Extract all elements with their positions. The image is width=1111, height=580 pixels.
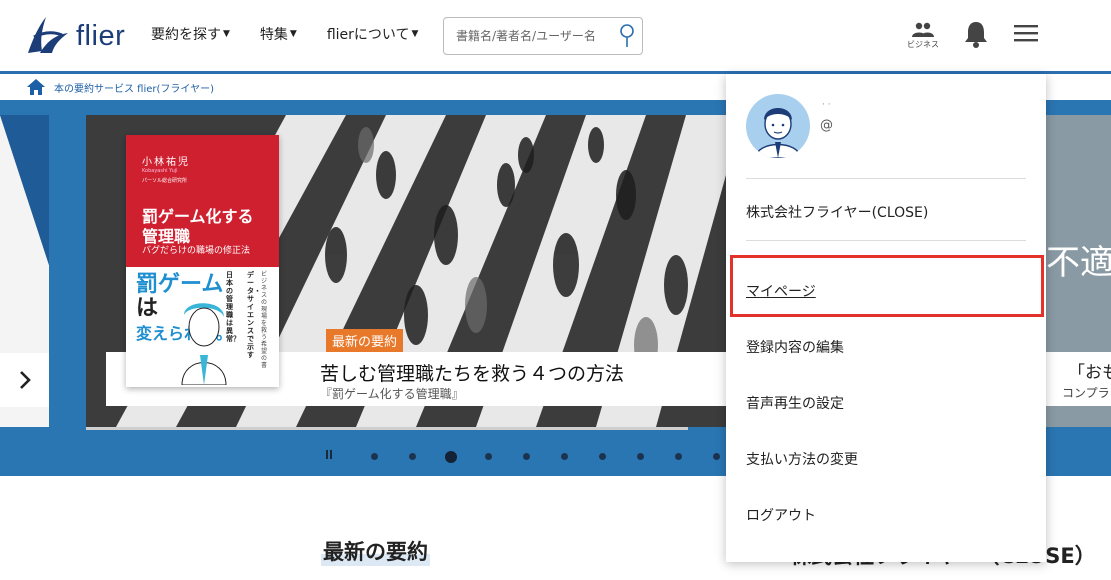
carousel-scroll-track <box>86 427 688 430</box>
flier-logo[interactable]: flier <box>24 12 134 60</box>
catch-2: ゲーム <box>158 272 224 297</box>
carousel-dot[interactable] <box>444 451 457 463</box>
book-vertical-copy-2: データ・サイエンスで示す <box>247 271 261 359</box>
menu-item-audio-settings[interactable]: 音声再生の設定 <box>746 393 844 413</box>
hero-subtitle: 『罰ゲーム化する管理職』 <box>320 387 464 401</box>
main-nav: 要約を探す ▼ 特集 ▼ flierについて ▼ <box>151 24 448 44</box>
book-publisher: パーソル総合研究所 <box>142 178 188 184</box>
business-label: ビジネス <box>907 40 939 49</box>
menu-item-edit-profile[interactable]: 登録内容の編集 <box>746 337 844 357</box>
nav-features[interactable]: 特集 ▼ <box>260 24 297 44</box>
nav-label: 要約を探す <box>151 27 221 43</box>
carousel-prev-button[interactable] <box>0 353 49 407</box>
nav-about[interactable]: flierについて ▼ <box>327 24 419 44</box>
avatar[interactable] <box>746 94 810 158</box>
caret-down-icon: ▼ <box>411 29 419 39</box>
carousel-dot[interactable] <box>713 453 720 460</box>
next-slide-text: 不適 <box>1046 243 1111 283</box>
next-slide-subtitle: コンプラ <box>1062 386 1110 400</box>
pause-icon[interactable] <box>326 450 332 459</box>
divider <box>746 178 1026 179</box>
latest-section-title: 最新の要約 <box>321 536 430 566</box>
home-icon[interactable] <box>26 78 46 96</box>
caret-down-icon: ▼ <box>289 29 297 39</box>
caret-down-icon: ▼ <box>223 29 230 39</box>
menu-item-logout[interactable]: ログアウト <box>746 505 816 525</box>
nav-find-summaries[interactable]: 要約を探す ▼ <box>151 24 230 44</box>
flier-logo-mark-icon <box>28 17 68 53</box>
book-author-romaji: Kobayashi Yuji <box>142 168 178 174</box>
nav-label: 特集 <box>259 27 288 43</box>
menu-item-payment-method[interactable]: 支払い方法の変更 <box>746 449 858 469</box>
search-input[interactable] <box>444 18 612 54</box>
hamburger-menu-icon[interactable] <box>1013 24 1039 48</box>
book-author: 小林祐児 <box>142 157 190 168</box>
carousel-dot[interactable] <box>561 453 568 460</box>
book-cover[interactable]: 小林祐児 Kobayashi Yuji パーソル総合研究所 罰ゲーム化する 管理… <box>126 135 279 387</box>
bell-icon[interactable] <box>963 20 989 52</box>
next-slide-title: 「おも <box>1068 363 1111 383</box>
nav-label: flierについて <box>326 27 410 43</box>
catch-1: 罰 <box>136 272 159 297</box>
book-subtitle: バグだらけの職場の修正法 <box>142 246 251 256</box>
breadcrumb-link[interactable]: 本の要約サービス flier(フライヤー) <box>54 80 214 95</box>
chevron-right-icon <box>19 371 31 389</box>
carousel-dot[interactable] <box>599 453 606 460</box>
logo-text: flier <box>76 19 126 52</box>
catch-3: は <box>136 296 159 321</box>
illustrated-man-icon <box>181 303 227 385</box>
carousel-dot[interactable] <box>675 453 682 460</box>
carousel-dot[interactable] <box>485 453 492 460</box>
company-name[interactable]: 株式会社フライヤー(CLOSE) <box>746 202 928 222</box>
next-slide-caption: 「おも コンプラ <box>1046 352 1111 406</box>
site-header: flier 要約を探す▼ 特集▼ flierについて▼ ビジネス <box>0 0 1111 71</box>
business-button[interactable]: ビジネス <box>903 22 943 50</box>
search-icon[interactable] <box>612 18 642 54</box>
latest-badge: 最新の要約 <box>326 329 404 352</box>
carousel-dot[interactable] <box>371 453 378 460</box>
divider <box>746 240 1026 241</box>
book-vertical-copy-3: ビジネスの現場を救う希望の書 <box>261 271 268 369</box>
breadcrumb: 本の要約サービス flier(フライヤー) <box>26 77 214 97</box>
user-avatar-icon <box>746 94 810 158</box>
menu-item-mypage[interactable]: マイページ <box>746 281 816 301</box>
business-users-icon <box>912 22 934 37</box>
search-box <box>443 17 643 55</box>
user-dropdown-menu: · · @ 株式会社フライヤー(CLOSE) マイページ 登録内容の編集 音声再… <box>726 74 1046 562</box>
hero-title[interactable]: 苦しむ管理職たちを救う４つの方法 <box>320 359 624 386</box>
user-handle: @ <box>820 118 833 133</box>
book-vertical-copy-1: 日本の管理職は異常？ <box>226 271 240 343</box>
user-name: · · <box>822 100 831 110</box>
carousel-dot[interactable] <box>637 453 644 460</box>
carousel-dot[interactable] <box>523 453 530 460</box>
book-cover-top: 小林祐児 Kobayashi Yuji パーソル総合研究所 罰ゲーム化する 管理… <box>126 135 279 267</box>
carousel-dot[interactable] <box>409 453 416 460</box>
